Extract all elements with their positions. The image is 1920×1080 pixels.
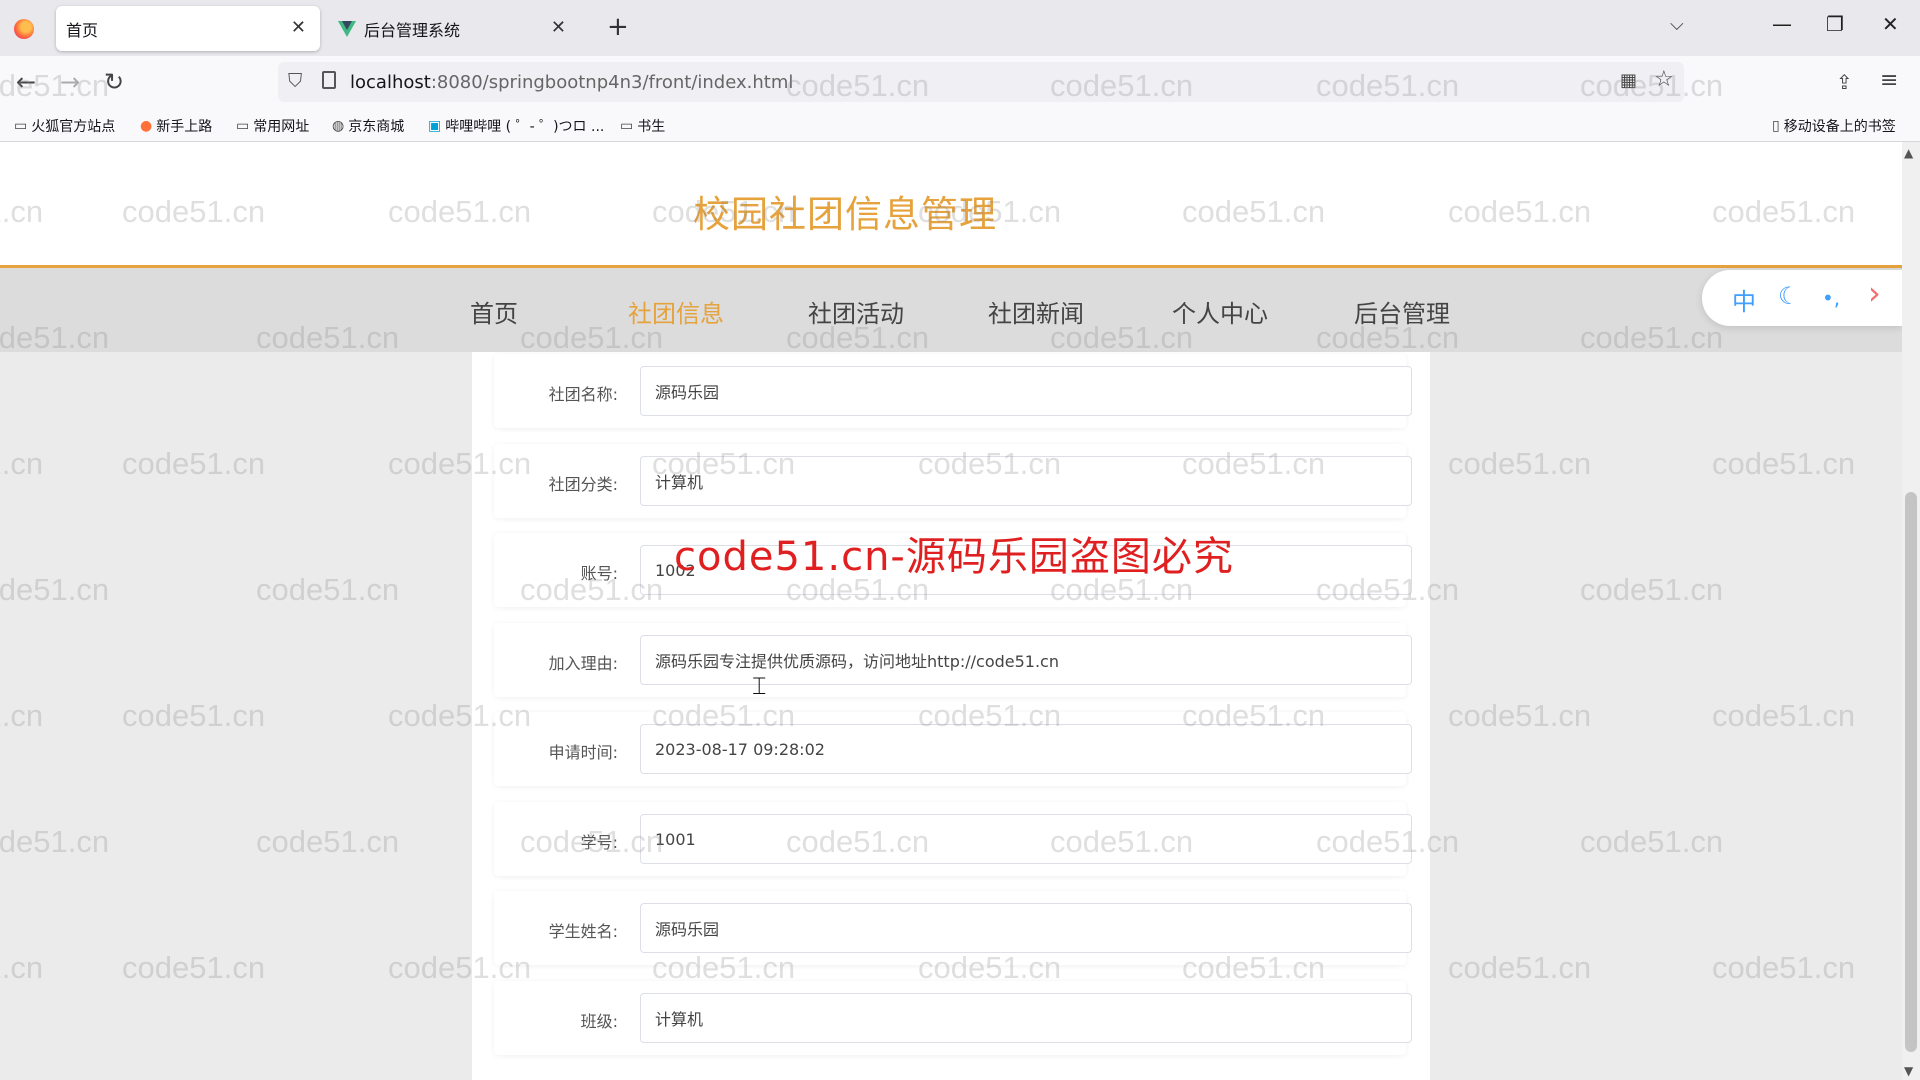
scroll-up-icon[interactable]: ▲	[1904, 146, 1913, 160]
url-host: localhost	[350, 72, 431, 93]
apply-time-field[interactable]	[640, 724, 1412, 774]
student-name-field[interactable]	[640, 903, 1412, 953]
bookmark-label: 常用网址	[253, 119, 310, 135]
extensions-icon[interactable]: ⇪	[1836, 70, 1853, 94]
bookmark-label: 新手上路	[156, 119, 213, 135]
close-icon[interactable]: ✕	[551, 17, 566, 38]
site-title: 校园社团信息管理	[693, 193, 997, 236]
menu-icon[interactable]: ≡	[1880, 68, 1898, 93]
form-row: 申请时间:	[494, 712, 1412, 786]
bilibili-icon: ▣	[428, 118, 442, 134]
shield-icon[interactable]: ⛉	[288, 70, 302, 92]
site-header: 校园社团信息管理	[0, 142, 1902, 268]
dots-icon[interactable]: •,	[1822, 286, 1840, 310]
form-row: 班级:	[494, 981, 1412, 1055]
club-category-field[interactable]	[640, 456, 1412, 506]
page-scrollbar[interactable]	[1902, 142, 1920, 1080]
forward-icon[interactable]: →	[60, 68, 80, 96]
bookmark-label: 哔哩哔哩 ( ゜- ゜)つロ ...	[445, 119, 605, 135]
menu-item-home[interactable]: 首页	[470, 294, 518, 329]
url-text[interactable]: localhost:8080/springbootnp4n3/front/ind…	[350, 72, 793, 93]
bookmark-item[interactable]: ▭ 火狐官方站点	[14, 116, 115, 136]
floating-toolbar: 中 ☾ •, ›	[1702, 270, 1902, 326]
tab-home[interactable]: 首页 ✕	[56, 6, 320, 51]
bookmark-label: 移动设备上的书签	[1783, 119, 1896, 135]
restore-icon[interactable]: ❐	[1826, 12, 1844, 36]
page-icon	[322, 71, 336, 89]
form-row: 社团名称:	[494, 354, 1412, 428]
menu-item-club-activity[interactable]: 社团活动	[808, 294, 904, 329]
tab-title: 后台管理系统	[364, 20, 461, 40]
club-name-field[interactable]	[640, 366, 1412, 416]
scroll-down-icon[interactable]: ▼	[1904, 1064, 1913, 1078]
bookmarks-toolbar: ▭ 火狐官方站点 ● 新手上路 ▭ 常用网址 ◍ 京东商城 ▣ 哔哩哔哩 ( ゜- ゜)つ…	[0, 108, 1920, 142]
bookmark-item[interactable]: ▭ 书生	[620, 116, 665, 136]
form-label: 社团名称:	[548, 385, 618, 404]
chevron-down-icon[interactable]: ⌵	[1670, 14, 1684, 35]
reload-icon[interactable]: ↻	[104, 68, 124, 96]
scrollbar-thumb[interactable]	[1905, 492, 1917, 1052]
bookmark-item[interactable]: ▣ 哔哩哔哩 ( ゜- ゜)つロ ...	[428, 116, 604, 136]
watermark-main: code51.cn-源码乐园盗图必究	[674, 534, 1234, 580]
bookmark-label: 书生	[637, 119, 666, 135]
url-path: :8080/springbootnp4n3/front/index.html	[430, 72, 794, 93]
bookmark-item[interactable]: ▭ 常用网址	[236, 116, 309, 136]
firefox-icon: ●	[140, 118, 153, 134]
menu-item-club-news[interactable]: 社团新闻	[988, 294, 1084, 329]
tab-admin[interactable]: 后台管理系统 ✕	[330, 6, 580, 51]
new-tab-button[interactable]: +	[607, 12, 629, 42]
language-button[interactable]: 中	[1732, 282, 1756, 317]
qr-code-icon[interactable]: ▦	[1620, 70, 1637, 91]
window-close-icon[interactable]: ✕	[1882, 12, 1899, 36]
page-viewport: 校园社团信息管理 首页 社团信息 社团活动 社团新闻 个人中心 后台管理 中 ☾…	[0, 142, 1902, 1080]
bookmark-label: 火狐官方站点	[31, 119, 116, 135]
close-icon[interactable]: ✕	[291, 17, 306, 38]
form-label: 账号:	[580, 564, 618, 583]
form-label: 社团分类:	[548, 475, 618, 494]
browser-nav-bar: ← → ↻ ⛉ localhost:8080/springbootnp4n3/f…	[0, 56, 1920, 108]
class-field[interactable]	[640, 993, 1412, 1043]
tab-title: 首页	[66, 20, 99, 40]
form-label: 学生姓名:	[548, 922, 618, 941]
back-icon[interactable]: ←	[16, 68, 36, 96]
form-label: 加入理由:	[548, 654, 618, 673]
menu-item-personal-center[interactable]: 个人中心	[1172, 294, 1268, 329]
menu-item-club-info[interactable]: 社团信息	[628, 294, 724, 329]
bookmark-item[interactable]: ◍ 京东商城	[332, 116, 404, 136]
vue-icon	[338, 20, 356, 37]
folder-icon: ▭	[620, 118, 634, 134]
bookmark-label: 京东商城	[348, 119, 405, 135]
minimize-icon[interactable]: —	[1772, 12, 1792, 36]
chevron-right-icon[interactable]: ›	[1868, 274, 1881, 312]
form-label: 学号:	[580, 833, 618, 852]
menu-item-admin[interactable]: 后台管理	[1354, 294, 1450, 329]
globe-icon: ◍	[332, 118, 345, 134]
club-detail-form: 社团名称: 社团分类: 账号: 加入理由: 申请时间: 学号: 学生姓名: 班	[472, 352, 1430, 1080]
firefox-icon	[14, 19, 34, 39]
browser-tab-bar: 首页 ✕ 后台管理系统 ✕ + ⌵ — ❐ ✕	[0, 0, 1920, 56]
mobile-icon: ▯	[1772, 118, 1780, 134]
form-row: 学生姓名:	[494, 891, 1412, 965]
student-id-field[interactable]	[640, 814, 1412, 864]
bookmark-item[interactable]: ● 新手上路	[140, 116, 212, 136]
form-label: 申请时间:	[548, 743, 618, 762]
url-bar[interactable]: ⛉ localhost:8080/springbootnp4n3/front/i…	[278, 62, 1684, 102]
mobile-bookmarks[interactable]: ▯ 移动设备上的书签	[1772, 116, 1896, 136]
form-row: 加入理由:	[494, 623, 1412, 697]
form-row: 学号:	[494, 802, 1412, 876]
dark-mode-icon[interactable]: ☾	[1778, 282, 1800, 310]
folder-icon: ▭	[14, 118, 28, 134]
main-menu: 首页 社团信息 社团活动 社团新闻 个人中心 后台管理	[0, 268, 1902, 352]
form-label: 班级:	[580, 1012, 618, 1031]
folder-icon: ▭	[236, 118, 250, 134]
form-row: 社团分类:	[494, 444, 1412, 518]
text-cursor-icon: ⌶	[752, 672, 767, 700]
bookmark-star-icon[interactable]: ☆	[1654, 67, 1674, 92]
